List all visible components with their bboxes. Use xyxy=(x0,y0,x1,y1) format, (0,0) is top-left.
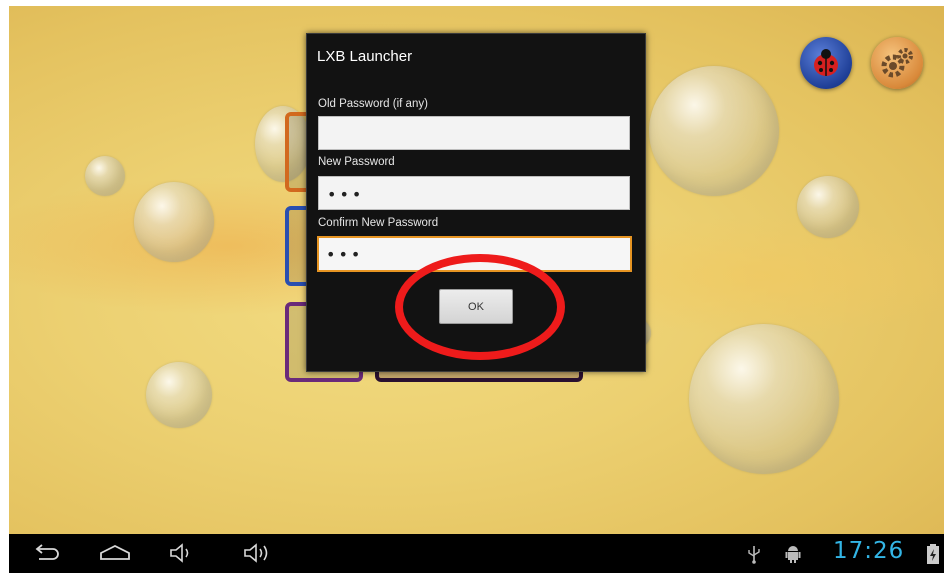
wallpaper-bubble xyxy=(649,66,779,196)
home-screen: LXB Launcher Old Password (if any) New P… xyxy=(9,6,944,534)
volume-down-icon[interactable] xyxy=(167,540,195,566)
back-icon[interactable] xyxy=(31,540,61,566)
status-clock[interactable]: 17:26 xyxy=(833,538,904,564)
new-password-field[interactable]: ••• xyxy=(318,176,630,210)
settings-gears-icon[interactable] xyxy=(871,37,923,89)
old-password-label: Old Password (if any) xyxy=(318,98,428,110)
dialog-title: LXB Launcher xyxy=(317,48,413,65)
battery-icon xyxy=(927,544,939,564)
wallpaper-bubble xyxy=(689,324,839,474)
wallpaper-bubble xyxy=(134,182,214,262)
home-icon[interactable] xyxy=(97,540,133,566)
old-password-field[interactable] xyxy=(318,116,630,150)
new-password-label: New Password xyxy=(318,156,395,168)
volume-up-icon[interactable] xyxy=(241,540,275,566)
wallpaper-bubble xyxy=(146,362,212,428)
ladybug-icon xyxy=(814,49,838,76)
wallpaper-bubble xyxy=(85,156,125,196)
confirm-password-label: Confirm New Password xyxy=(318,217,439,229)
usb-icon xyxy=(748,546,760,564)
gear-icon xyxy=(881,48,913,78)
android-debug-icon xyxy=(785,546,801,563)
wallpaper-bubble xyxy=(797,176,859,238)
ladybug-icon[interactable] xyxy=(800,37,852,89)
highlight-ring-annotation xyxy=(395,254,565,360)
system-navigation-bar: 17:26 xyxy=(9,534,944,573)
